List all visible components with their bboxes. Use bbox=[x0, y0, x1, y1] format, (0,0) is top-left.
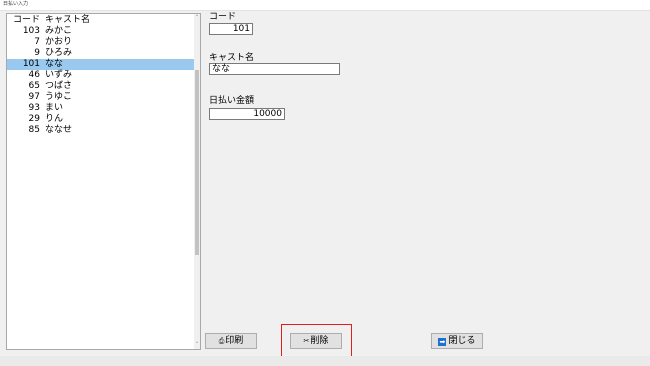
delete-icon: ✂ bbox=[303, 337, 310, 345]
list-item-name: つばさ bbox=[45, 81, 73, 91]
list-item-code: 101 bbox=[22, 59, 40, 69]
exit-icon: ➡ bbox=[438, 338, 447, 346]
list-item-code: 46 bbox=[28, 70, 40, 80]
list-item-name: まい bbox=[45, 103, 64, 113]
list-item-code: 97 bbox=[28, 92, 40, 102]
print-button[interactable]: ⎙印刷 bbox=[205, 333, 257, 349]
list-item[interactable]: 103 みかこ bbox=[7, 26, 195, 37]
print-button-label: 印刷 bbox=[225, 336, 244, 346]
list-item[interactable]: 7 かおり bbox=[7, 37, 195, 48]
list-item[interactable]: 65 つばさ bbox=[7, 81, 195, 92]
header-cast-name: キャスト名 bbox=[45, 15, 91, 25]
scroll-up-arrow-icon[interactable]: ˄ bbox=[194, 14, 200, 22]
list-item-name: かおり bbox=[45, 37, 73, 47]
list-item[interactable]: 46 いずみ bbox=[7, 70, 195, 81]
list-item-name: ひろみ bbox=[45, 48, 73, 58]
list-item-code: 103 bbox=[22, 26, 40, 36]
delete-button[interactable]: ✂削除 bbox=[290, 333, 342, 349]
list-item[interactable]: 93 まい bbox=[7, 103, 195, 114]
title-bar: 日払い入力 bbox=[0, 0, 650, 11]
list-header: コード キャスト名 bbox=[7, 14, 195, 26]
cast-name-field[interactable]: なな bbox=[209, 63, 340, 75]
delete-button-label: 削除 bbox=[310, 336, 329, 346]
cast-name-label: キャスト名 bbox=[209, 53, 255, 63]
cast-list[interactable]: コード キャスト名 103 みかこ 7 かおり 9 ひろみ 101 なな 46 いずみ 65 つばさ 9… bbox=[6, 13, 201, 350]
list-item-name: なな bbox=[45, 59, 64, 69]
list-item-code: 29 bbox=[28, 114, 40, 124]
list-item-name: りん bbox=[45, 114, 64, 124]
list-item-name: みかこ bbox=[45, 26, 73, 36]
list-item-name: いずみ bbox=[45, 70, 73, 80]
list-rows: 103 みかこ 7 かおり 9 ひろみ 101 なな 46 いずみ 65 つばさ 97 うゆこ 93 まい 29… bbox=[7, 26, 195, 136]
close-button-label: 閉じる bbox=[448, 336, 476, 346]
list-item-name: うゆこ bbox=[45, 92, 73, 102]
code-field[interactable]: 101 bbox=[209, 23, 253, 35]
printer-icon: ⎙ bbox=[218, 337, 225, 345]
list-item[interactable]: 97 うゆこ bbox=[7, 92, 195, 103]
list-item-code: 85 bbox=[28, 125, 40, 135]
list-item-code: 65 bbox=[28, 81, 40, 91]
amount-field[interactable]: 10000 bbox=[209, 108, 285, 120]
close-button[interactable]: ➡ 閉じる bbox=[431, 333, 483, 349]
list-item[interactable]: 9 ひろみ bbox=[7, 48, 195, 59]
list-item-code: 93 bbox=[28, 103, 40, 113]
list-item[interactable]: 85 ななせ bbox=[7, 125, 195, 136]
list-item-name: ななせ bbox=[45, 125, 73, 135]
scroll-down-arrow-icon[interactable]: ˅ bbox=[194, 341, 200, 349]
list-item[interactable]: 29 りん bbox=[7, 114, 195, 125]
list-item-code: 9 bbox=[34, 48, 40, 58]
list-item[interactable]: 101 なな bbox=[7, 59, 195, 70]
list-scrollbar[interactable]: ˄ ˅ bbox=[194, 14, 200, 349]
list-item-code: 7 bbox=[34, 37, 40, 47]
header-code: コード bbox=[12, 15, 40, 25]
window-bottom-edge bbox=[0, 356, 650, 366]
amount-label: 日払い金額 bbox=[209, 96, 255, 106]
code-label: コード bbox=[209, 12, 237, 22]
window-title: 日払い入力 bbox=[3, 1, 29, 7]
scroll-thumb[interactable] bbox=[195, 70, 199, 255]
